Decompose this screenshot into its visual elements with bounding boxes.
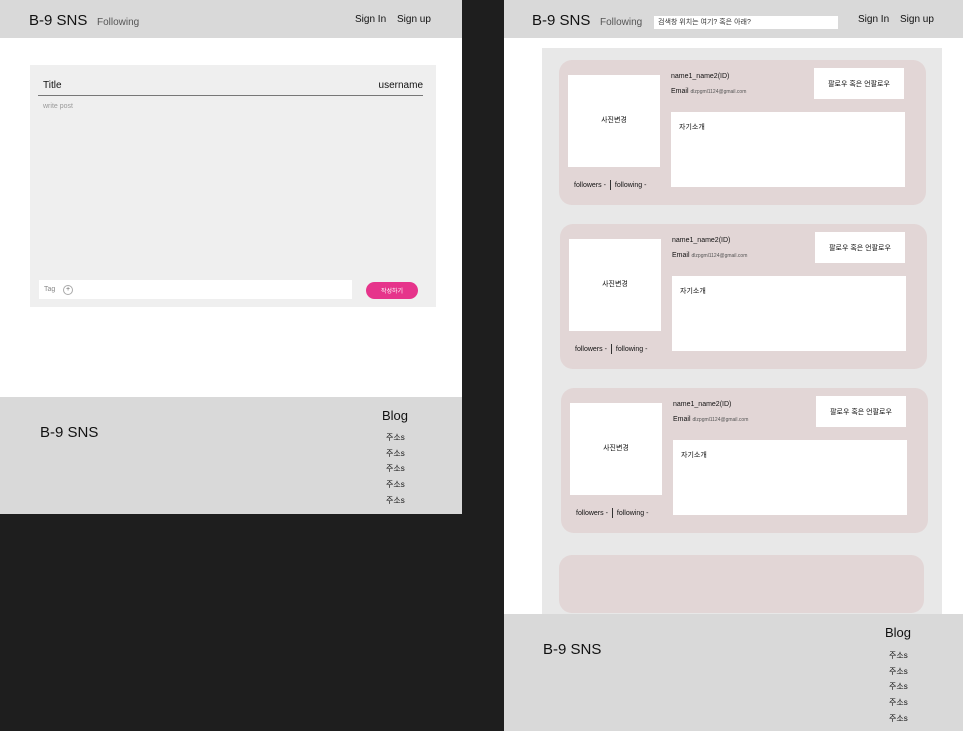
post-editor: Title username write post Tag + 작성하기 — [30, 65, 436, 307]
footer-link[interactable]: 주소s — [386, 479, 405, 490]
sign-in-link[interactable]: Sign In — [355, 14, 386, 25]
followers-count[interactable]: followers - — [574, 182, 606, 189]
following-count[interactable]: following - — [616, 346, 648, 353]
footer-link[interactable]: 주소s — [386, 463, 405, 474]
change-photo-button[interactable]: 사진변경 — [570, 403, 662, 495]
profile-email: Email dlzpgml1124@gmail.com — [672, 252, 747, 259]
following-count[interactable]: following - — [615, 182, 647, 189]
footer: B-9 SNS Blog 주소s 주소s 주소s 주소s 주소s — [0, 397, 462, 514]
follow-toggle-button[interactable]: 팔로우 혹은 언팔로우 — [816, 396, 906, 427]
profile-feed-frame: B-9 SNS Following Sign In Sign up 사진변경 f… — [504, 0, 963, 731]
follow-toggle-button[interactable]: 팔로우 혹은 언팔로우 — [814, 68, 904, 99]
sign-up-link[interactable]: Sign up — [397, 14, 431, 25]
email-label: Email — [673, 416, 691, 423]
sign-up-link[interactable]: Sign up — [900, 14, 934, 25]
email-label: Email — [672, 252, 690, 259]
footer: B-9 SNS Blog 주소s 주소s 주소s 주소s 주소s — [504, 614, 963, 731]
profile-email: Email dlzpgml1124@gmail.com — [671, 88, 746, 95]
email-value: dlzpgml1124@gmail.com — [691, 253, 748, 259]
post-editor-frame: B-9 SNS Following Sign In Sign up Title … — [0, 0, 462, 514]
profile-card: 사진변경 followers - following - name1_name2(… — [560, 224, 927, 369]
brand-logo[interactable]: B-9 SNS — [532, 12, 590, 29]
top-nav: B-9 SNS Following Sign In Sign up — [0, 0, 462, 38]
submit-post-button[interactable]: 작성하기 — [366, 282, 418, 299]
change-photo-button[interactable]: 사진변경 — [568, 75, 660, 167]
follow-stats: followers - following - — [575, 344, 647, 354]
footer-brand: B-9 SNS — [40, 424, 99, 441]
profile-name: name1_name2(ID) — [671, 73, 730, 80]
email-value: dlzpgml1124@gmail.com — [690, 89, 747, 95]
profile-email: Email dlzpgml1124@gmail.com — [673, 416, 748, 423]
footer-link[interactable]: 주소s — [386, 432, 405, 443]
profile-card: 사진변경 followers - following - name1_name2(… — [561, 388, 928, 533]
footer-link[interactable]: 주소s — [889, 650, 908, 661]
email-label: Email — [671, 88, 689, 95]
follow-toggle-button[interactable]: 팔로우 혹은 언팔로우 — [815, 232, 905, 263]
profile-feed: 사진변경 followers - following - name1_name2(… — [542, 48, 942, 614]
footer-link[interactable]: 주소s — [889, 666, 908, 677]
footer-link[interactable]: 주소s — [889, 713, 908, 724]
profile-name: name1_name2(ID) — [672, 237, 731, 244]
brand-logo[interactable]: B-9 SNS — [29, 12, 87, 29]
footer-blog-title: Blog — [382, 408, 409, 423]
change-photo-button[interactable]: 사진변경 — [569, 239, 661, 331]
profile-card-placeholder — [559, 555, 924, 613]
footer-link[interactable]: 주소s — [889, 681, 908, 692]
followers-count[interactable]: followers - — [575, 346, 607, 353]
footer-brand: B-9 SNS — [543, 641, 602, 658]
stats-divider — [610, 344, 612, 354]
post-username: username — [378, 80, 423, 91]
top-nav: B-9 SNS Following Sign In Sign up — [504, 0, 963, 38]
bio-textarea[interactable]: 자기소개 — [672, 276, 906, 351]
sign-in-link[interactable]: Sign In — [858, 14, 889, 25]
nav-following-link[interactable]: Following — [600, 17, 642, 28]
follow-stats: followers - following - — [576, 508, 648, 518]
stats-divider — [611, 508, 613, 518]
nav-following-link[interactable]: Following — [97, 17, 139, 28]
bio-textarea[interactable]: 자기소개 — [671, 112, 905, 187]
post-body-textarea[interactable]: write post — [43, 103, 73, 110]
post-title-input[interactable]: Title — [43, 80, 62, 91]
tag-input[interactable]: Tag + — [39, 280, 352, 299]
profile-card: 사진변경 followers - following - name1_name2(… — [559, 60, 926, 205]
follow-stats: followers - following - — [574, 180, 646, 190]
add-tag-icon[interactable]: + — [63, 285, 73, 295]
stats-divider — [609, 180, 611, 190]
tag-label: Tag — [44, 286, 56, 293]
search-input[interactable] — [654, 16, 838, 29]
bio-textarea[interactable]: 자기소개 — [673, 440, 907, 515]
footer-link[interactable]: 주소s — [386, 495, 405, 506]
footer-link[interactable]: 주소s — [386, 448, 405, 459]
footer-blog-title: Blog — [885, 625, 912, 640]
email-value: dlzpgml1124@gmail.com — [692, 417, 749, 423]
footer-link[interactable]: 주소s — [889, 697, 908, 708]
followers-count[interactable]: followers - — [576, 510, 608, 517]
profile-name: name1_name2(ID) — [673, 401, 732, 408]
following-count[interactable]: following - — [617, 510, 649, 517]
title-divider — [38, 95, 423, 96]
